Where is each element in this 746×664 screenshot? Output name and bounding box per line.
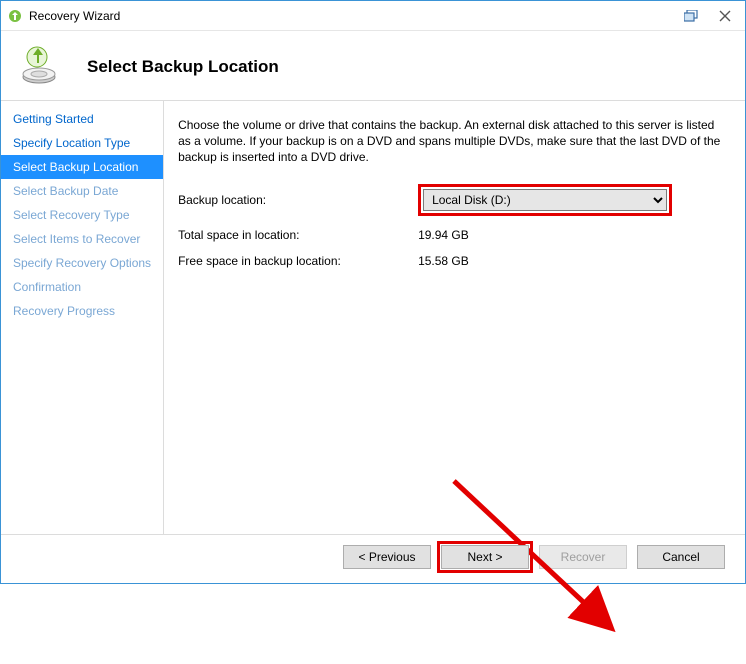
instruction-text: Choose the volume or drive that contains… <box>178 117 725 166</box>
next-button-highlight: Next > <box>441 545 529 569</box>
wizard-content: Choose the volume or drive that contains… <box>163 101 745 534</box>
step-select-backup-location[interactable]: Select Backup Location <box>1 155 163 179</box>
titlebar: Recovery Wizard <box>1 1 745 31</box>
backup-location-select[interactable]: Local Disk (D:) <box>423 189 667 211</box>
step-getting-started[interactable]: Getting Started <box>1 107 163 131</box>
step-recovery-progress: Recovery Progress <box>1 299 163 323</box>
recover-button: Recover <box>539 545 627 569</box>
step-confirmation: Confirmation <box>1 275 163 299</box>
wizard-steps-sidebar: Getting Started Specify Location Type Se… <box>1 101 163 534</box>
total-space-label: Total space in location: <box>178 228 418 242</box>
close-icon[interactable] <box>711 5 739 27</box>
page-title: Select Backup Location <box>87 57 279 77</box>
step-select-backup-date: Select Backup Date <box>1 179 163 203</box>
window-title: Recovery Wizard <box>29 9 120 23</box>
app-icon <box>7 8 23 24</box>
backup-location-label: Backup location: <box>178 193 418 207</box>
step-specify-location-type[interactable]: Specify Location Type <box>1 131 163 155</box>
free-space-value: 15.58 GB <box>418 254 469 268</box>
wizard-footer: < Previous Next > Recover Cancel <box>1 534 745 583</box>
total-space-value: 19.94 GB <box>418 228 469 242</box>
previous-button[interactable]: < Previous <box>343 545 431 569</box>
backup-location-highlight: Local Disk (D:) <box>418 184 672 216</box>
step-select-items-to-recover: Select Items to Recover <box>1 227 163 251</box>
backup-disk-icon <box>21 43 69 90</box>
recovery-wizard-window: Recovery Wizard Select Backup Location <box>0 0 746 584</box>
restore-down-icon[interactable] <box>677 5 705 27</box>
step-select-recovery-type: Select Recovery Type <box>1 203 163 227</box>
next-button[interactable]: Next > <box>441 545 529 569</box>
free-space-label: Free space in backup location: <box>178 254 418 268</box>
step-specify-recovery-options: Specify Recovery Options <box>1 251 163 275</box>
wizard-header: Select Backup Location <box>1 31 745 101</box>
cancel-button[interactable]: Cancel <box>637 545 725 569</box>
